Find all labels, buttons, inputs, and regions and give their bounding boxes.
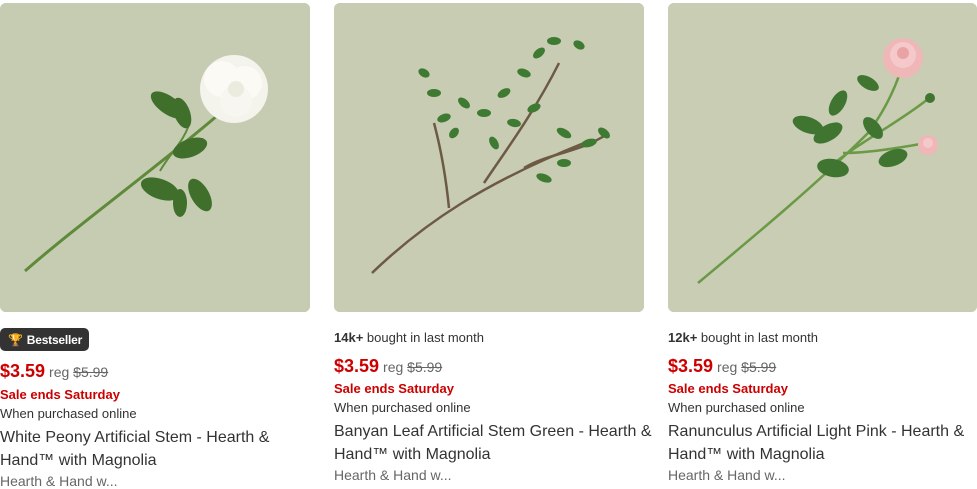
bought-last-month: 14k+ bought in last month [334,330,484,345]
was-price: $5.99 [741,359,777,375]
regular-price: reg $5.99 [49,364,109,380]
badge-label: Bestseller [26,332,83,347]
product-image-white-peony[interactable] [0,3,310,312]
regular-price: reg $5.99 [383,359,443,375]
brand-name[interactable]: Hearth & Hand w... [0,473,118,489]
purchase-note: When purchased online [334,400,471,415]
sale-ends-text: Sale ends Saturday [334,381,454,396]
sale-ends-text: Sale ends Saturday [668,381,788,396]
product-image-ranunculus[interactable] [668,3,977,312]
price-row: $3.59 reg $5.99 [334,356,442,377]
purchase-note: When purchased online [0,406,137,421]
current-price: $3.59 [334,356,380,376]
current-price: $3.59 [0,361,46,381]
bought-last-month: 12k+ bought in last month [668,330,818,345]
trophy-icon: 🏆 [8,332,23,347]
regular-price: reg $5.99 [717,359,777,375]
price-row: $3.59 reg $5.99 [668,356,776,377]
was-price: $5.99 [407,359,443,375]
product-title-link[interactable]: White Peony Artificial Stem - Hearth & H… [0,426,320,472]
product-title-link[interactable]: Banyan Leaf Artificial Stem Green - Hear… [334,420,654,466]
product-title-link[interactable]: Ranunculus Artificial Light Pink - Heart… [668,420,976,466]
product-image-banyan-leaf[interactable] [334,3,644,312]
brand-name[interactable]: Hearth & Hand w... [668,467,786,483]
sale-ends-text: Sale ends Saturday [0,387,120,402]
brand-name[interactable]: Hearth & Hand w... [334,467,452,483]
bestseller-badge: 🏆 Bestseller [0,328,90,351]
current-price: $3.59 [668,356,714,376]
price-row: $3.59 reg $5.99 [0,361,108,382]
was-price: $5.99 [73,364,109,380]
purchase-note: When purchased online [668,400,805,415]
